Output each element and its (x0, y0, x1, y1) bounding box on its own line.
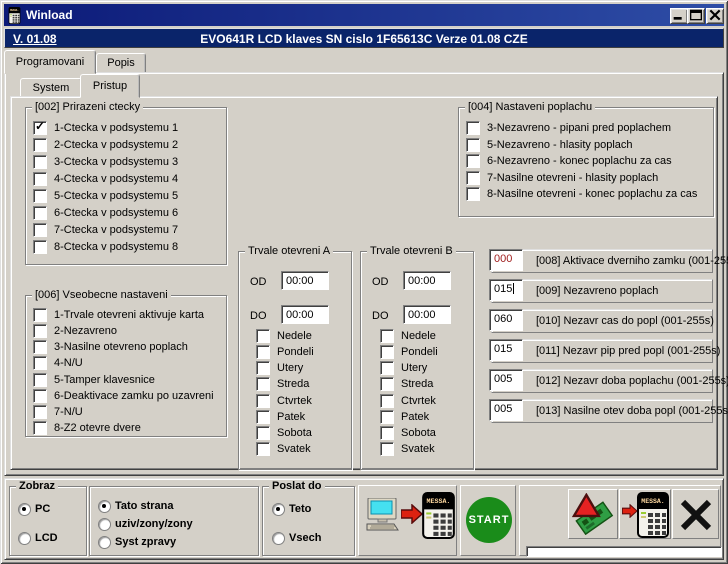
start-button-panel: START (460, 485, 516, 556)
group-title: Poslat do (269, 480, 325, 492)
start-button[interactable]: START (466, 497, 512, 543)
keypad-icon (422, 492, 455, 539)
radio-dot[interactable] (98, 500, 111, 513)
pcb-warning-icon (572, 493, 616, 535)
cancel-button[interactable] (672, 489, 719, 539)
status-panel (519, 485, 721, 556)
red-arrow-icon (401, 504, 423, 524)
pc-icon (364, 498, 400, 532)
keypad-icon (637, 492, 669, 538)
radio-dot[interactable] (272, 532, 285, 545)
send-pc-to-keypad-button[interactable] (358, 485, 457, 556)
radio-dot[interactable] (98, 518, 111, 531)
red-arrow-icon (622, 504, 638, 518)
radio-dot[interactable] (18, 532, 31, 545)
radio-dot[interactable] (18, 503, 31, 516)
send-to-keypad-button[interactable] (619, 489, 671, 539)
progress-bar (526, 546, 722, 557)
winload-window: Winload V. 01.08 EVO641R LCD klaves SN c… (0, 0, 728, 564)
radio-dot[interactable] (272, 503, 285, 516)
hardware-check-button[interactable] (568, 489, 618, 539)
group-poslat-do: Poslat do (262, 486, 355, 556)
group-zobraz: Zobraz (9, 486, 87, 556)
x-close-icon (679, 498, 713, 532)
radio-dot[interactable] (98, 536, 111, 549)
group-title: Zobraz (16, 480, 58, 492)
